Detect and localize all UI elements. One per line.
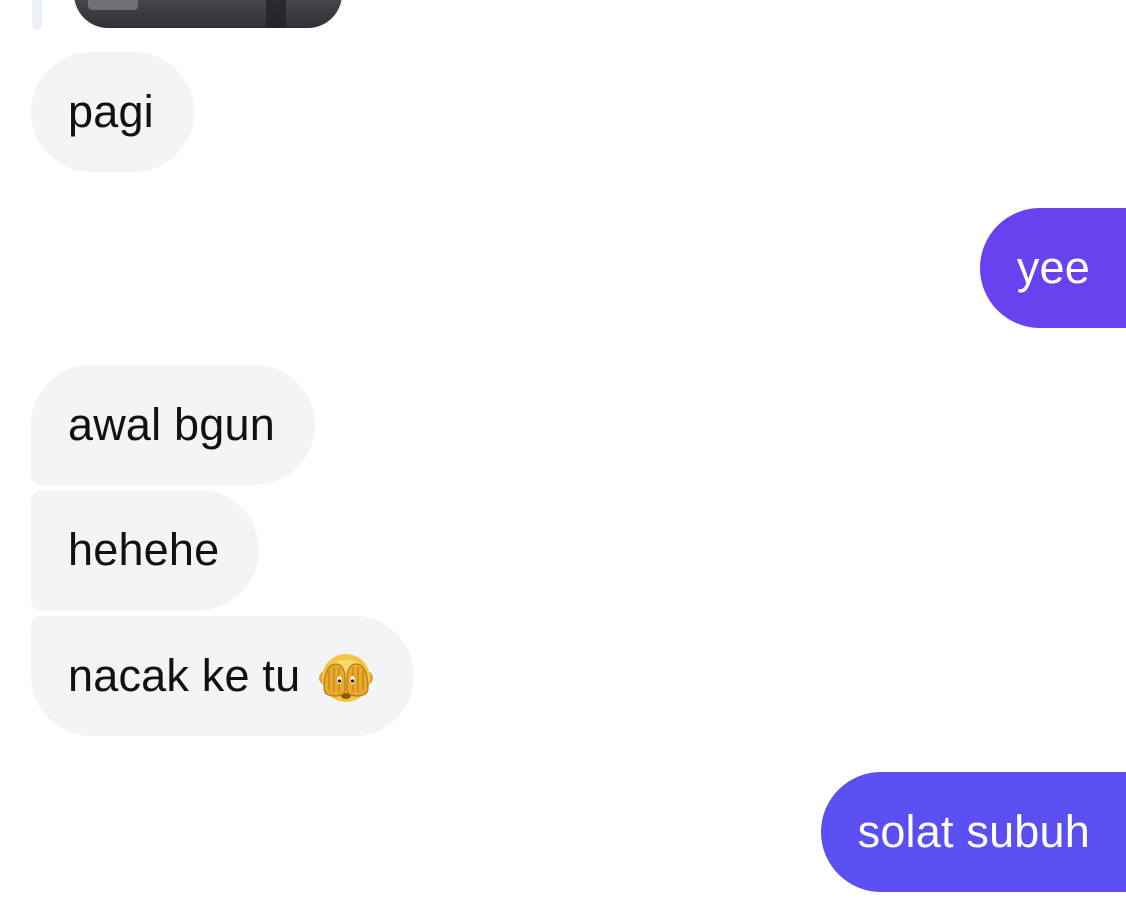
message-bubble-incoming[interactable]: awal bgun bbox=[31, 365, 315, 485]
message-bubble-outgoing[interactable]: yee bbox=[979, 208, 1126, 328]
message-text: awal bgun bbox=[68, 399, 275, 450]
message-text: solat subuh bbox=[857, 806, 1090, 857]
message-group-indicator bbox=[32, 0, 42, 30]
see-no-evil-monkey-icon bbox=[318, 650, 374, 706]
message-bubble-incoming[interactable]: hehehe bbox=[31, 490, 260, 610]
image-attachment[interactable] bbox=[74, 0, 342, 28]
message-text: hehehe bbox=[68, 524, 220, 575]
chat-thread: pagi yee awal bgun hehehe nacak ke tu so… bbox=[0, 0, 1126, 900]
message-bubble-incoming[interactable]: pagi bbox=[31, 52, 194, 172]
message-text: pagi bbox=[68, 86, 154, 137]
message-bubble-outgoing[interactable]: solat subuh bbox=[820, 772, 1126, 892]
message-bubble-incoming[interactable]: nacak ke tu bbox=[31, 616, 415, 736]
message-text: yee bbox=[1016, 242, 1090, 293]
message-text: nacak ke tu bbox=[68, 650, 301, 701]
